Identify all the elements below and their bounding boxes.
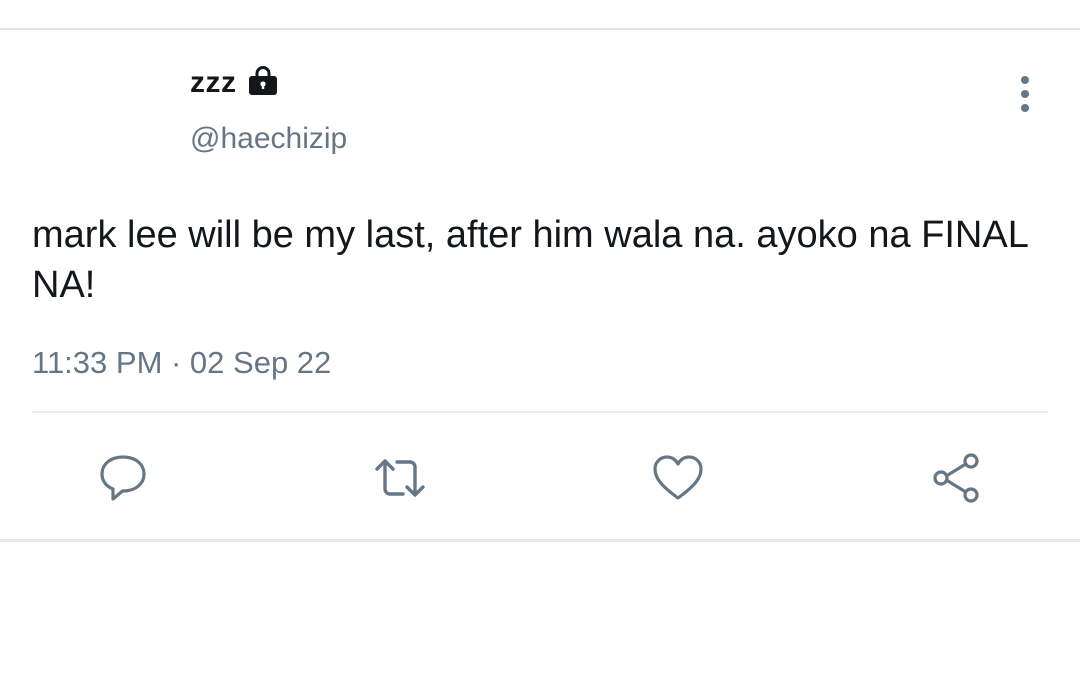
share-button[interactable] xyxy=(926,448,986,508)
lock-icon xyxy=(249,66,277,95)
retweet-icon xyxy=(375,459,425,497)
actions-divider xyxy=(32,411,1048,413)
display-name[interactable]: zzz xyxy=(190,66,237,100)
heart-icon xyxy=(653,455,703,500)
user-handle[interactable]: @haechizip xyxy=(190,122,347,156)
share-icon xyxy=(933,453,979,503)
reply-button[interactable] xyxy=(93,448,153,508)
retweet-button[interactable] xyxy=(370,448,430,508)
like-button[interactable] xyxy=(648,448,708,508)
bottom-divider xyxy=(0,539,1080,542)
reply-icon xyxy=(100,455,146,501)
tweet-text: mark lee will be my last, after him wala… xyxy=(32,214,1028,306)
tweet-detail-page: zzz @haechizip mark lee will be my last,… xyxy=(0,0,1080,676)
more-options-icon[interactable] xyxy=(1008,74,1042,114)
tweet-timestamp[interactable]: 11:33 PM · 02 Sep 22 xyxy=(32,345,331,381)
